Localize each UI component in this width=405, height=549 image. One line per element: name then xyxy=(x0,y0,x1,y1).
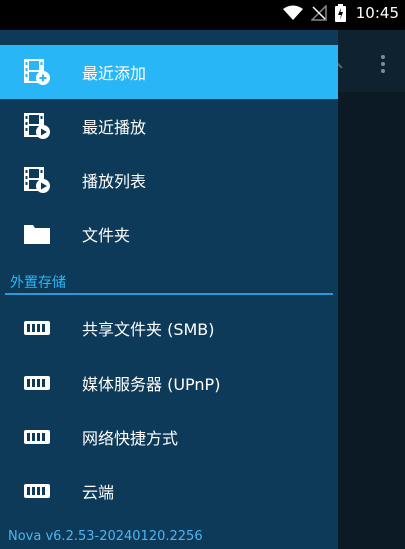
overflow-menu-icon[interactable] xyxy=(381,52,385,76)
folder-icon xyxy=(24,225,50,244)
section-header-external-storage: 外置存储 xyxy=(10,275,66,291)
app-version: Nova v6.2.53-20240120.2256 xyxy=(8,529,203,544)
drawer-item-recently-played[interactable]: 最近播放 xyxy=(0,99,338,153)
drawer-item-label: 媒体服务器 (UPnP) xyxy=(82,375,221,394)
nas-icon xyxy=(24,376,50,390)
app-toolbar xyxy=(334,30,405,92)
nas-icon xyxy=(24,484,50,498)
drawer-item-upnp[interactable]: 媒体服务器 (UPnP) xyxy=(0,356,338,410)
drawer-item-recently-added[interactable]: 最近添加 xyxy=(0,45,338,99)
status-bar: 10:45 xyxy=(0,0,405,30)
drawer-item-label: 云端 xyxy=(82,483,115,502)
navigation-drawer: 最近添加 最近播放 播放列表 文件夹 外置存储 共享文件夹 (SMB) 媒体服务… xyxy=(0,0,338,549)
drawer-item-label: 文件夹 xyxy=(82,226,131,245)
drawer-item-label: 播放列表 xyxy=(82,172,147,191)
drawer-item-network-shortcuts[interactable]: 网络快捷方式 xyxy=(0,410,338,464)
no-signal-icon xyxy=(310,5,327,21)
film-add-icon xyxy=(24,59,50,85)
film-play-icon xyxy=(24,113,50,139)
drawer-item-label: 网络快捷方式 xyxy=(82,429,179,448)
drawer-item-label: 共享文件夹 (SMB) xyxy=(82,320,215,339)
battery-charging-icon xyxy=(334,4,346,22)
drawer-item-folders[interactable]: 文件夹 xyxy=(0,207,338,261)
app-background xyxy=(334,30,405,549)
nas-icon xyxy=(24,321,50,335)
drawer-item-playlists[interactable]: 播放列表 xyxy=(0,153,338,207)
drawer-item-label: 最近添加 xyxy=(82,64,147,83)
film-play-icon xyxy=(24,167,50,193)
section-divider xyxy=(5,293,333,295)
wifi-icon xyxy=(282,5,303,20)
drawer-item-label: 最近播放 xyxy=(82,118,147,137)
drawer-item-smb[interactable]: 共享文件夹 (SMB) xyxy=(0,301,338,355)
status-time: 10:45 xyxy=(355,4,399,22)
nas-icon xyxy=(24,430,50,444)
drawer-item-cloud[interactable]: 云端 xyxy=(0,464,338,518)
